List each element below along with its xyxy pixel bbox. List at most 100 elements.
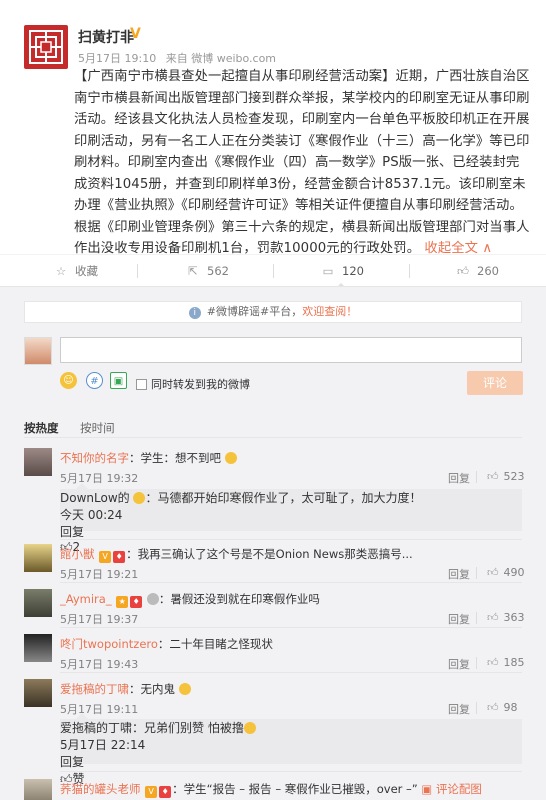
commenter-avatar[interactable]: [24, 448, 52, 476]
thumbs-up-icon: 👍︎: [487, 470, 499, 483]
reply-button[interactable]: 回复: [448, 656, 470, 672]
sort-tabs: 按热度 按时间: [24, 420, 115, 436]
vip-badge-icon: V: [99, 551, 112, 563]
forward-checkbox[interactable]: [136, 379, 147, 390]
thumbs-up-icon: 👍︎: [487, 611, 499, 624]
divider: [476, 612, 477, 624]
favorite-button[interactable]: ☆ 收藏: [53, 255, 98, 287]
thumbs-up-icon: 👍︎: [487, 656, 499, 669]
divider: [60, 627, 522, 628]
comment-time: 5月17日 19:32: [60, 472, 139, 485]
comment-like-count: 490: [503, 566, 525, 579]
commenter-name[interactable]: 咚门twopointzero: [60, 637, 158, 651]
info-icon: i: [188, 307, 201, 319]
divider: [60, 771, 522, 772]
thumbs-up-icon: 👍︎: [456, 264, 470, 278]
reply-button[interactable]: 回复: [60, 523, 522, 540]
level-badge-icon: ♦: [159, 786, 172, 798]
divider: [137, 264, 138, 278]
divider: [60, 539, 522, 540]
reply-button[interactable]: 回复: [448, 470, 470, 486]
comment-like-button[interactable]: 👍︎ 363: [487, 611, 525, 624]
image-icon: ▣: [421, 782, 433, 796]
notice-text: #微博辟谣#平台，: [206, 305, 303, 318]
topic-icon[interactable]: #: [86, 372, 103, 389]
commenter-avatar[interactable]: [24, 679, 52, 707]
comment-image-link[interactable]: ▣ 评论配图: [421, 782, 482, 796]
commenter-avatar[interactable]: [24, 779, 52, 800]
comment-like-button[interactable]: 👍︎ 185: [487, 656, 525, 669]
emoji-icon: [133, 492, 146, 504]
comment-like-button[interactable]: 👍︎ 98: [487, 701, 518, 714]
image-icon[interactable]: ▣: [110, 372, 127, 389]
comment-text: 不知你的名字：学生：想不到吧: [60, 450, 237, 466]
notice-link[interactable]: 欢迎查阅！: [302, 305, 357, 318]
emoji-icon: [224, 452, 237, 464]
post-text: 【广西南宁市横县查处一起擅自从事印刷经营活动案】近期，广西壮族自治区南宁市横县新…: [74, 69, 530, 256]
commenter-name[interactable]: 不知你的名字: [60, 451, 129, 465]
current-user-avatar: [24, 337, 52, 365]
comment-image-label: 评论配图: [435, 782, 482, 796]
verified-badge-icon: V: [130, 26, 141, 42]
reply-button[interactable]: 回复: [448, 701, 470, 717]
author-avatar[interactable]: [24, 25, 68, 69]
forward-option[interactable]: 同时转发到我的微博: [136, 376, 250, 392]
thumbs-up-icon: 👍︎: [487, 701, 499, 714]
comment-text: 館小獣 V ♦ ：我再三确认了这个号是不是Onion News那类恶搞号...: [60, 546, 413, 563]
share-button[interactable]: ⇱ 562: [185, 255, 229, 287]
share-count: 562: [207, 264, 229, 278]
comment-text: DownLow的 ：马德都开始印寒假作业了，太可耻了，加大力度！: [60, 489, 522, 506]
comment-section: i #微博辟谣#平台，欢迎查阅！ ☺ # ▣ 同时转发到我的微博 评论 按热度 按…: [0, 286, 546, 800]
share-icon: ⇱: [188, 264, 198, 278]
commenter-avatar[interactable]: [24, 589, 52, 617]
commenter-name[interactable]: 爱拖稿的丁啸: [60, 682, 129, 696]
comment-like-button[interactable]: 👍︎ 490: [487, 566, 525, 579]
commenter-name[interactable]: 館小獣: [60, 547, 95, 561]
emoji-icon[interactable]: ☺: [60, 372, 77, 389]
comment-body: ：无内鬼: [129, 682, 175, 696]
comment-body: ：学生“报告 – 报告 – 寒假作业已摧毁，over –”: [172, 782, 418, 796]
comment-text: 爱拖稿的丁啸：兄弟们别赞 怕被撸: [60, 719, 522, 736]
comment-time: 5月17日 19:11: [60, 703, 139, 716]
post-date[interactable]: 5月17日 19:10: [78, 52, 156, 65]
emoji-icon: [243, 722, 256, 734]
submit-comment-button[interactable]: 评论: [467, 371, 523, 395]
commenter-name[interactable]: DownLow的: [60, 491, 130, 505]
reply-button[interactable]: 回复: [448, 611, 470, 627]
divider: [476, 702, 477, 714]
comment-time: 5月17日 19:43: [60, 658, 139, 671]
commenter-name[interactable]: _Aymira_: [60, 592, 112, 606]
author-name[interactable]: 扫黄打非: [78, 27, 134, 47]
comment-time: 5月17日 19:37: [60, 613, 139, 626]
reply-button[interactable]: 回复: [60, 753, 522, 770]
comment-time: 5月17日 22:14: [60, 738, 146, 752]
rumor-notice: i #微博辟谣#平台，欢迎查阅！: [24, 301, 522, 323]
comment-body: ：暑假还没到就在印寒假作业吗: [158, 592, 320, 606]
sub-comment: 爱拖稿的丁啸：兄弟们别赞 怕被撸 5月17日 22:14 回复 👍︎赞: [60, 719, 522, 786]
commenter-avatar[interactable]: [24, 634, 52, 662]
sub-comment: DownLow的 ：马德都开始印寒假作业了，太可耻了，加大力度！ 今天 00:2…: [60, 489, 522, 554]
sort-by-hot[interactable]: 按热度: [24, 421, 59, 435]
comment-count: 120: [342, 264, 364, 278]
commenter-name[interactable]: 爱拖稿的丁啸: [60, 721, 132, 735]
level-badge-icon: ♦: [130, 596, 143, 608]
reply-button[interactable]: 回复: [448, 566, 470, 582]
divider: [60, 672, 522, 673]
post-meta: 5月17日 19:10 来自 微博 weibo.com: [78, 50, 282, 66]
comment-input[interactable]: [60, 337, 522, 363]
sort-by-time[interactable]: 按时间: [80, 421, 115, 435]
comment-body: ：马德都开始印寒假作业了，太可耻了，加大力度！: [145, 491, 422, 505]
divider: [24, 437, 522, 438]
level-badge-icon: ♦: [113, 551, 126, 563]
comment-body: ：学生：想不到吧: [129, 451, 221, 465]
weibo-post: 扫黄打非 V 5月17日 19:10 来自 微博 weibo.com 【广西南宁…: [0, 0, 546, 256]
comment-body: ：我再三确认了这个号是不是Onion News那类恶搞号...: [126, 547, 413, 561]
comment-like-button[interactable]: 👍︎ 523: [487, 470, 525, 483]
emoji-icon: [146, 593, 159, 605]
commenter-avatar[interactable]: [24, 544, 52, 572]
divider: [476, 471, 477, 483]
like-button[interactable]: 👍︎ 260: [455, 255, 499, 287]
comment-time: 今天 00:24: [60, 508, 123, 522]
commenter-name[interactable]: 荞猫的罐头老师: [60, 782, 141, 796]
comment-body: ：二十年目睹之怪现状: [157, 637, 273, 651]
